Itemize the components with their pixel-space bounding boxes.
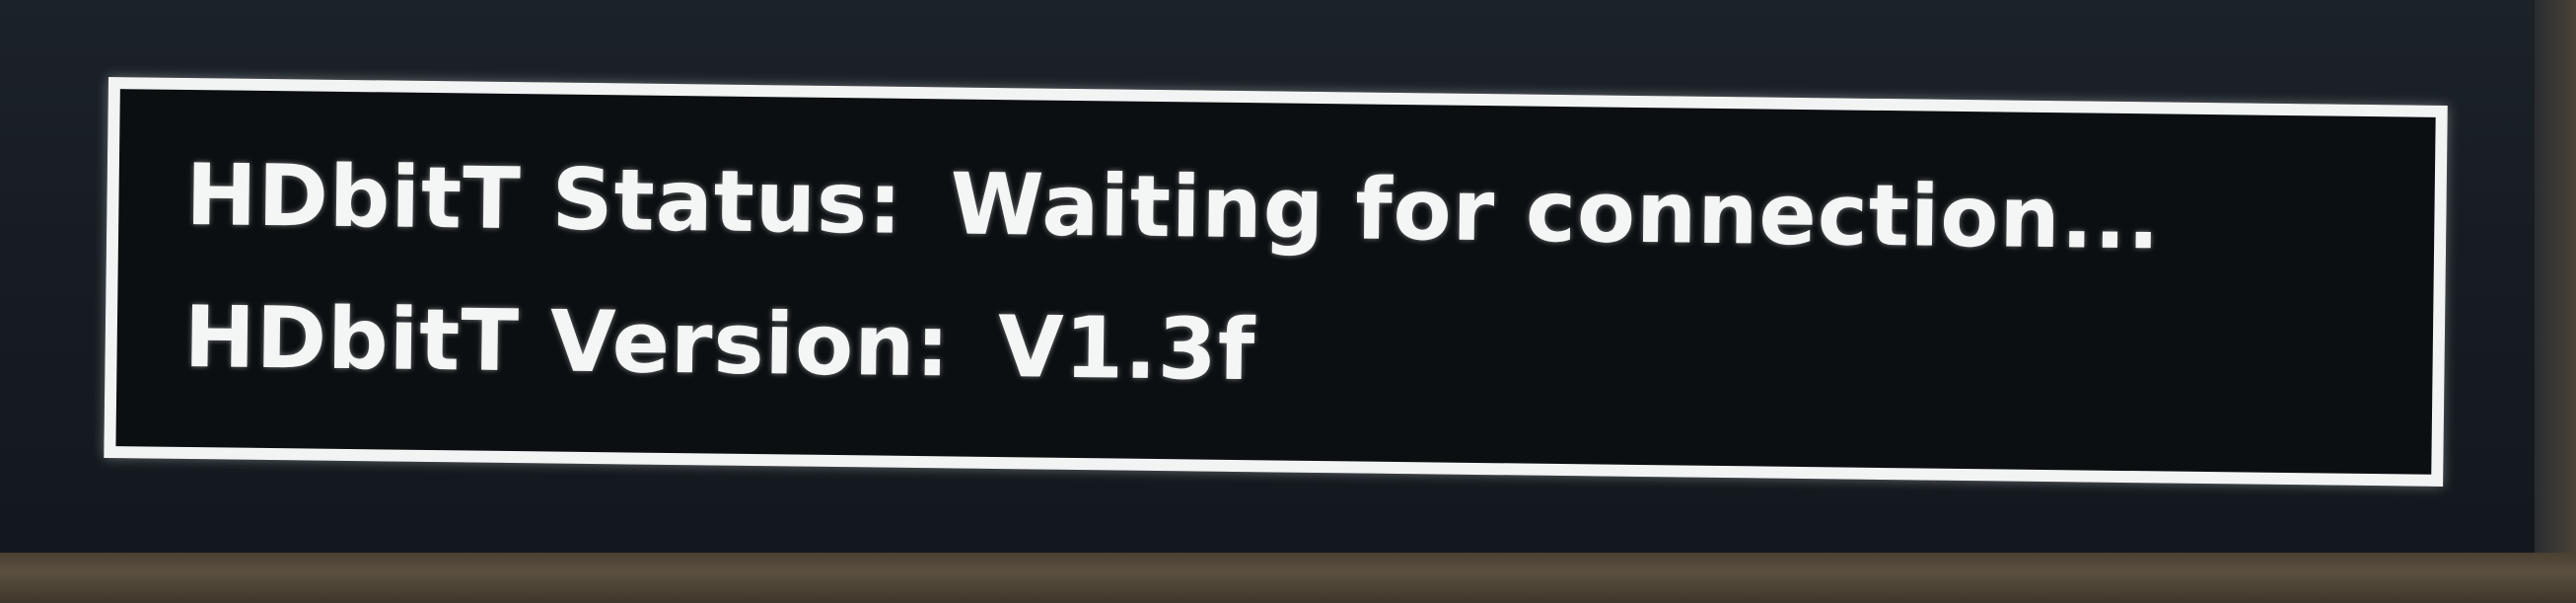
status-row: HDbitT Status: Waiting for connection... xyxy=(185,146,2161,268)
status-value: Waiting for connection... xyxy=(949,155,2162,269)
monitor-bezel-bottom xyxy=(0,553,2576,603)
hdbitt-status-panel: HDbitT Status: Waiting for connection... … xyxy=(104,77,2448,487)
status-label: HDbitT Status: xyxy=(184,145,904,254)
monitor-bezel-right xyxy=(2535,0,2576,553)
version-row: HDbitT Version: V1.3f xyxy=(183,288,1256,400)
version-label: HDbitT Version: xyxy=(183,287,952,397)
version-value: V1.3f xyxy=(997,298,1256,401)
